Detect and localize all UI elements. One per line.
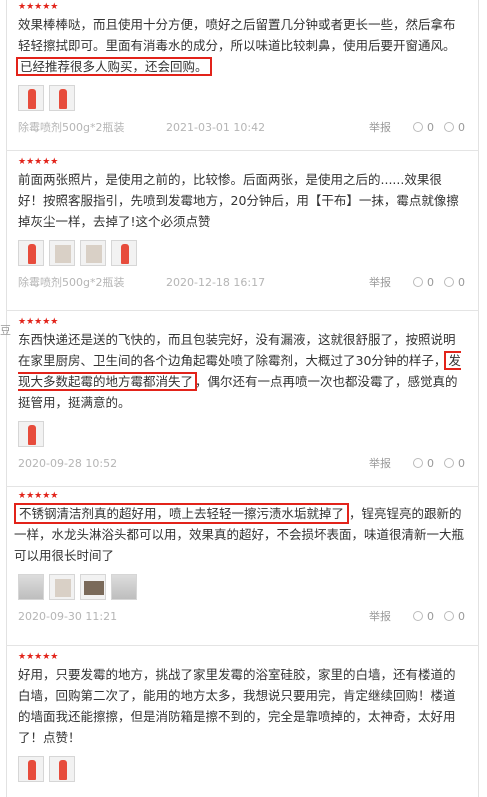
review-photos xyxy=(18,85,465,111)
review-text: 好用，只要发霉的地方，挑战了家里发霉的浴室硅胶，家里的白墙，还有楼道的白墙，回购… xyxy=(18,667,456,745)
report-link[interactable]: 举报 xyxy=(369,455,391,471)
report-link[interactable]: 举报 xyxy=(369,274,391,290)
review-photo[interactable] xyxy=(18,421,44,447)
review-photo[interactable] xyxy=(49,85,75,111)
thumbs-up-icon xyxy=(413,122,423,132)
comment-count: 0 xyxy=(458,456,465,470)
like-count: 0 xyxy=(427,120,434,134)
comment-button[interactable]: 0 xyxy=(444,610,465,623)
review-photo[interactable] xyxy=(80,240,106,266)
rating-stars: ★★★★★ xyxy=(18,652,59,662)
review-photo[interactable] xyxy=(111,240,137,266)
rating-stars: ★★★★★ xyxy=(18,317,59,327)
review-text: 前面两张照片，是使用之前的，比较惨。后面两张，是使用之后的......效果很好！… xyxy=(18,172,459,229)
review-text-body: 效果棒棒哒，而且使用十分方便，喷好之后留置几分钟或者更长一些，然后拿布轻轻擦拭即… xyxy=(18,17,456,53)
thumbs-up-icon xyxy=(413,611,423,621)
review-highlight: 不锈钢清洁剂真的超好用，喷上去轻轻一擦污渍水垢就掉了 xyxy=(14,503,350,524)
like-button[interactable]: 0 xyxy=(413,610,434,623)
like-button[interactable]: 0 xyxy=(413,121,434,134)
review-photo[interactable] xyxy=(49,756,75,782)
comment-count: 0 xyxy=(458,275,465,289)
review-photo[interactable] xyxy=(18,240,44,266)
review-highlight: 已经推荐很多人购买，还会回购。 xyxy=(16,57,212,76)
product-sku: 除霉喷剂500g*2瓶装 xyxy=(18,276,125,289)
thumbs-up-icon xyxy=(413,458,423,468)
comment-icon xyxy=(444,277,454,287)
rating-stars: ★★★★★ xyxy=(18,2,59,12)
thumbs-up-icon xyxy=(413,277,423,287)
comment-icon xyxy=(444,458,454,468)
review-photo[interactable] xyxy=(18,85,44,111)
like-button[interactable]: 0 xyxy=(413,276,434,289)
review-date: 2021-03-01 10:42 xyxy=(166,120,266,134)
review-date: 2020-12-18 16:17 xyxy=(166,275,266,289)
divider xyxy=(6,150,479,151)
review-photos xyxy=(18,421,465,447)
review-text: 不锈钢清洁剂真的超好用，喷上去轻轻一擦污渍水垢就掉了 ，锃亮锃亮的跟新的一样，水龙… xyxy=(14,503,465,566)
comment-button[interactable]: 0 xyxy=(444,121,465,134)
comment-button[interactable]: 0 xyxy=(444,457,465,470)
comment-button[interactable]: 0 xyxy=(444,276,465,289)
review-photo[interactable] xyxy=(80,574,106,600)
review-item: ★★★★★ 东西快递还是送的飞快的，而且包装完好，没有漏液，这就很舒服了，按照说… xyxy=(0,317,473,471)
review-photos xyxy=(14,574,465,600)
review-item: ★★★★★ 前面两张照片，是使用之前的，比较惨。后面两张，是使用之后的.....… xyxy=(0,157,473,290)
review-meta: 除霉喷剂500g*2瓶装 2020-12-18 16:17 举报 0 0 xyxy=(18,274,465,290)
report-link[interactable]: 举报 xyxy=(369,608,391,624)
like-count: 0 xyxy=(427,456,434,470)
like-count: 0 xyxy=(427,609,434,623)
review-photos xyxy=(18,240,465,266)
rating-stars: ★★★★★ xyxy=(18,157,59,167)
review-item: ★★★★★ 好用，只要发霉的地方，挑战了家里发霉的浴室硅胶，家里的白墙，还有楼道… xyxy=(0,652,473,782)
like-button[interactable]: 0 xyxy=(413,457,434,470)
comment-count: 0 xyxy=(458,120,465,134)
review-meta: 2020-09-30 11:21 举报 0 0 xyxy=(14,608,465,624)
review-photo[interactable] xyxy=(49,240,75,266)
review-photo[interactable] xyxy=(49,574,75,600)
like-count: 0 xyxy=(427,275,434,289)
review-meta: 2020-09-28 10:52 举报 0 0 xyxy=(18,455,465,471)
rating-stars: ★★★★★ xyxy=(18,491,59,501)
review-item: ★★★★★ 效果棒棒哒，而且使用十分方便，喷好之后留置几分钟或者更长一些，然后拿… xyxy=(0,2,473,135)
review-date: 2020-09-30 11:21 xyxy=(18,609,118,623)
review-item: ★★★★★ 不锈钢清洁剂真的超好用，喷上去轻轻一擦污渍水垢就掉了 ，锃亮锃亮的跟新… xyxy=(0,491,473,624)
divider xyxy=(6,486,479,487)
review-photo[interactable] xyxy=(18,574,44,600)
review-photo[interactable] xyxy=(111,574,137,600)
divider xyxy=(6,310,479,311)
review-text: 东西快递还是送的飞快的，而且包装完好，没有漏液，这就很舒服了，按照说明在家里厨房… xyxy=(18,329,465,413)
review-text: 效果棒棒哒，而且使用十分方便，喷好之后留置几分钟或者更长一些，然后拿布轻轻擦拭即… xyxy=(16,14,465,77)
comment-icon xyxy=(444,611,454,621)
comment-icon xyxy=(444,122,454,132)
review-meta: 除霉喷剂500g*2瓶装 2021-03-01 10:42 举报 0 0 xyxy=(18,119,465,135)
review-date: 2020-09-28 10:52 xyxy=(18,456,118,470)
review-photo[interactable] xyxy=(18,756,44,782)
review-text-body: 东西快递还是送的飞快的，而且包装完好，没有漏液，这就很舒服了，按照说明在家里厨房… xyxy=(18,332,456,368)
divider xyxy=(6,645,479,646)
review-photos xyxy=(18,756,465,782)
product-sku: 除霉喷剂500g*2瓶装 xyxy=(18,121,125,134)
comment-count: 0 xyxy=(458,609,465,623)
report-link[interactable]: 举报 xyxy=(369,119,391,135)
